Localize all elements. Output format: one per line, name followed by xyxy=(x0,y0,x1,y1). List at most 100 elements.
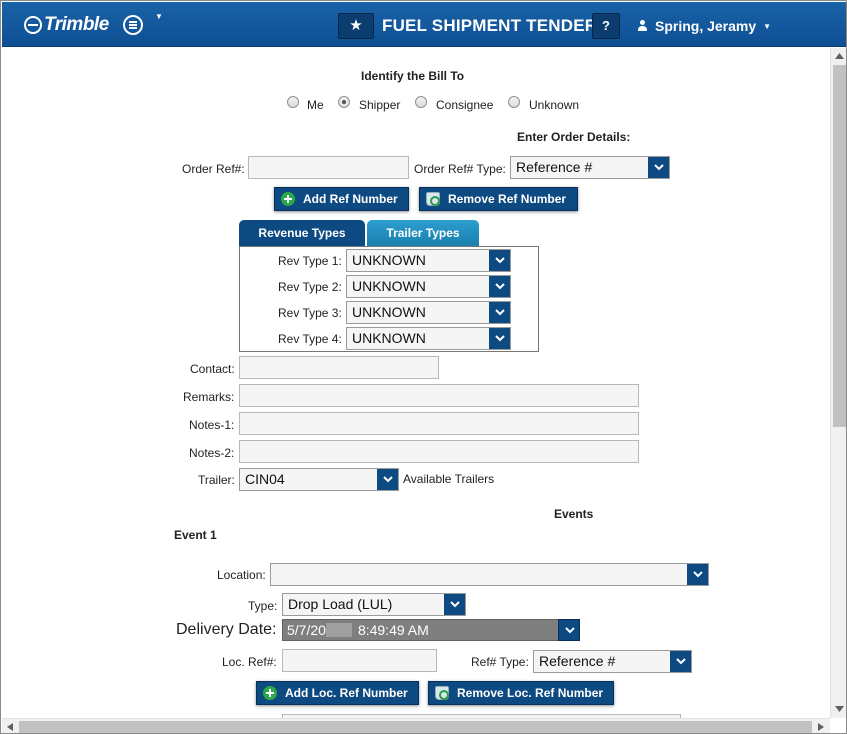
user-menu[interactable]: Spring, Jeramy ▼ xyxy=(637,18,771,34)
notes-1-input[interactable] xyxy=(239,412,639,435)
user-name: Spring, Jeramy xyxy=(655,18,757,34)
type-label: Type: xyxy=(248,599,278,613)
notes-1-label: Notes-1: xyxy=(189,418,235,432)
rev-type-1-select[interactable]: UNKNOWN xyxy=(346,249,511,272)
app-window: Trimble ▼ ★ FUEL SHIPMENT TENDER ? Sprin… xyxy=(0,0,847,734)
order-ref-type-select[interactable]: Reference # xyxy=(510,156,670,179)
chevron-down-icon[interactable] xyxy=(489,276,510,297)
rev-type-2-value: UNKNOWN xyxy=(352,278,426,294)
user-icon xyxy=(637,20,648,32)
delivery-time-part: 8:49:49 AM xyxy=(357,622,429,638)
location-select[interactable] xyxy=(270,563,709,586)
main-content: Identify the Bill To Me Shipper Consigne… xyxy=(2,48,830,718)
rev-type-4-select[interactable]: UNKNOWN xyxy=(346,327,511,350)
rev-type-2-label: Rev Type 2: xyxy=(278,280,342,294)
remove-ref-number-label: Remove Ref Number xyxy=(448,192,567,206)
trailer-value: CIN04 xyxy=(245,471,285,487)
add-ref-number-button[interactable]: Add Ref Number xyxy=(274,187,409,211)
contact-label: Contact: xyxy=(190,362,235,376)
top-bar: Trimble ▼ ★ FUEL SHIPMENT TENDER ? Sprin… xyxy=(2,2,846,47)
chevron-down-icon[interactable] xyxy=(558,619,580,641)
loc-ref-type-label: Ref# Type: xyxy=(471,655,529,669)
help-button[interactable]: ? xyxy=(592,13,620,39)
chevron-down-icon[interactable] xyxy=(489,328,510,349)
radio-unknown[interactable] xyxy=(508,96,520,108)
rev-type-3-select[interactable]: UNKNOWN xyxy=(346,301,511,324)
remarks-label: Remarks: xyxy=(183,390,235,404)
radio-consignee[interactable] xyxy=(415,96,427,108)
chevron-down-icon[interactable] xyxy=(444,594,465,615)
add-loc-ref-number-label: Add Loc. Ref Number xyxy=(285,686,408,700)
caret-down-icon[interactable]: ▼ xyxy=(155,12,163,21)
order-ref-label: Order Ref#: xyxy=(182,162,245,176)
location-label: Location: xyxy=(217,568,266,582)
available-trailers-link[interactable]: Available Trailers xyxy=(403,472,494,486)
rev-type-1-value: UNKNOWN xyxy=(352,252,426,268)
radio-me-label: Me xyxy=(307,98,324,112)
tab-revenue-types[interactable]: Revenue Types xyxy=(239,220,365,246)
tab-trailer-types[interactable]: Trailer Types xyxy=(367,220,479,246)
scroll-right-icon[interactable] xyxy=(818,723,824,731)
favorite-star-button[interactable]: ★ xyxy=(338,13,374,39)
scroll-up-icon[interactable] xyxy=(835,53,844,59)
star-icon: ★ xyxy=(349,17,363,34)
caret-down-icon: ▼ xyxy=(763,21,772,31)
remove-ref-number-button[interactable]: Remove Ref Number xyxy=(419,187,578,211)
scroll-left-icon[interactable] xyxy=(7,723,13,731)
order-ref-type-label: Order Ref# Type: xyxy=(414,162,506,176)
scroll-down-icon[interactable] xyxy=(835,706,844,712)
event-type-select[interactable]: Drop Load (LUL) xyxy=(282,593,466,616)
radio-shipper[interactable] xyxy=(338,96,350,108)
delivery-date-input[interactable]: 5/7/20 8:49:49 AM xyxy=(282,619,580,641)
logo-text: Trimble xyxy=(44,14,109,35)
plus-icon xyxy=(281,192,295,206)
add-loc-ref-number-button[interactable]: Add Loc. Ref Number xyxy=(256,681,419,705)
remove-loc-ref-number-label: Remove Loc. Ref Number xyxy=(457,686,604,700)
rev-type-1-label: Rev Type 1: xyxy=(278,254,342,268)
order-ref-input[interactable] xyxy=(248,156,409,179)
radio-me[interactable] xyxy=(287,96,299,108)
trash-icon xyxy=(426,192,440,206)
rev-type-3-label: Rev Type 3: xyxy=(278,306,342,320)
delivery-date-label: Delivery Date: xyxy=(176,621,277,638)
notes-2-label: Notes-2: xyxy=(189,446,235,460)
radio-unknown-label: Unknown xyxy=(529,98,580,112)
redacted-block xyxy=(325,623,352,637)
remove-loc-ref-number-button[interactable]: Remove Loc. Ref Number xyxy=(428,681,614,705)
trailer-select[interactable]: CIN04 xyxy=(239,468,399,491)
radio-shipper-label: Shipper xyxy=(359,98,401,112)
loc-ref-type-value: Reference # xyxy=(539,653,616,669)
horizontal-scroll-thumb[interactable] xyxy=(19,721,812,733)
notes-2-input[interactable] xyxy=(239,440,639,463)
rev-type-2-select[interactable]: UNKNOWN xyxy=(346,275,511,298)
order-ref-type-value: Reference # xyxy=(516,159,593,175)
loc-ref-type-select[interactable]: Reference # xyxy=(533,650,692,673)
trash-icon xyxy=(435,686,449,700)
menu-icon[interactable] xyxy=(123,15,143,35)
remarks-input[interactable] xyxy=(239,384,639,407)
chevron-down-icon[interactable] xyxy=(489,250,510,271)
rev-type-3-value: UNKNOWN xyxy=(352,304,426,320)
horizontal-scrollbar[interactable] xyxy=(2,718,830,733)
radio-consignee-label: Consignee xyxy=(436,98,494,112)
chevron-down-icon[interactable] xyxy=(377,469,398,490)
chevron-down-icon[interactable] xyxy=(489,302,510,323)
plus-icon xyxy=(263,686,277,700)
loc-ref-input[interactable] xyxy=(282,649,437,672)
chevron-down-icon[interactable] xyxy=(648,157,669,178)
rev-type-4-value: UNKNOWN xyxy=(352,330,426,346)
trimble-logo[interactable]: Trimble xyxy=(24,13,109,37)
bill-to-heading: Identify the Bill To xyxy=(361,69,465,83)
loc-ref-label: Loc. Ref#: xyxy=(222,655,277,669)
vertical-scroll-thumb[interactable] xyxy=(833,65,846,427)
contact-input[interactable] xyxy=(239,356,439,379)
chevron-down-icon[interactable] xyxy=(670,651,691,672)
order-details-heading: Enter Order Details: xyxy=(517,130,631,144)
trailer-label: Trailer: xyxy=(198,473,235,487)
events-heading: Events xyxy=(554,507,594,521)
add-ref-number-label: Add Ref Number xyxy=(303,192,398,206)
chevron-down-icon[interactable] xyxy=(687,564,708,585)
event-type-value: Drop Load (LUL) xyxy=(288,596,393,612)
globe-icon xyxy=(24,16,42,34)
vertical-scrollbar[interactable] xyxy=(830,48,846,718)
